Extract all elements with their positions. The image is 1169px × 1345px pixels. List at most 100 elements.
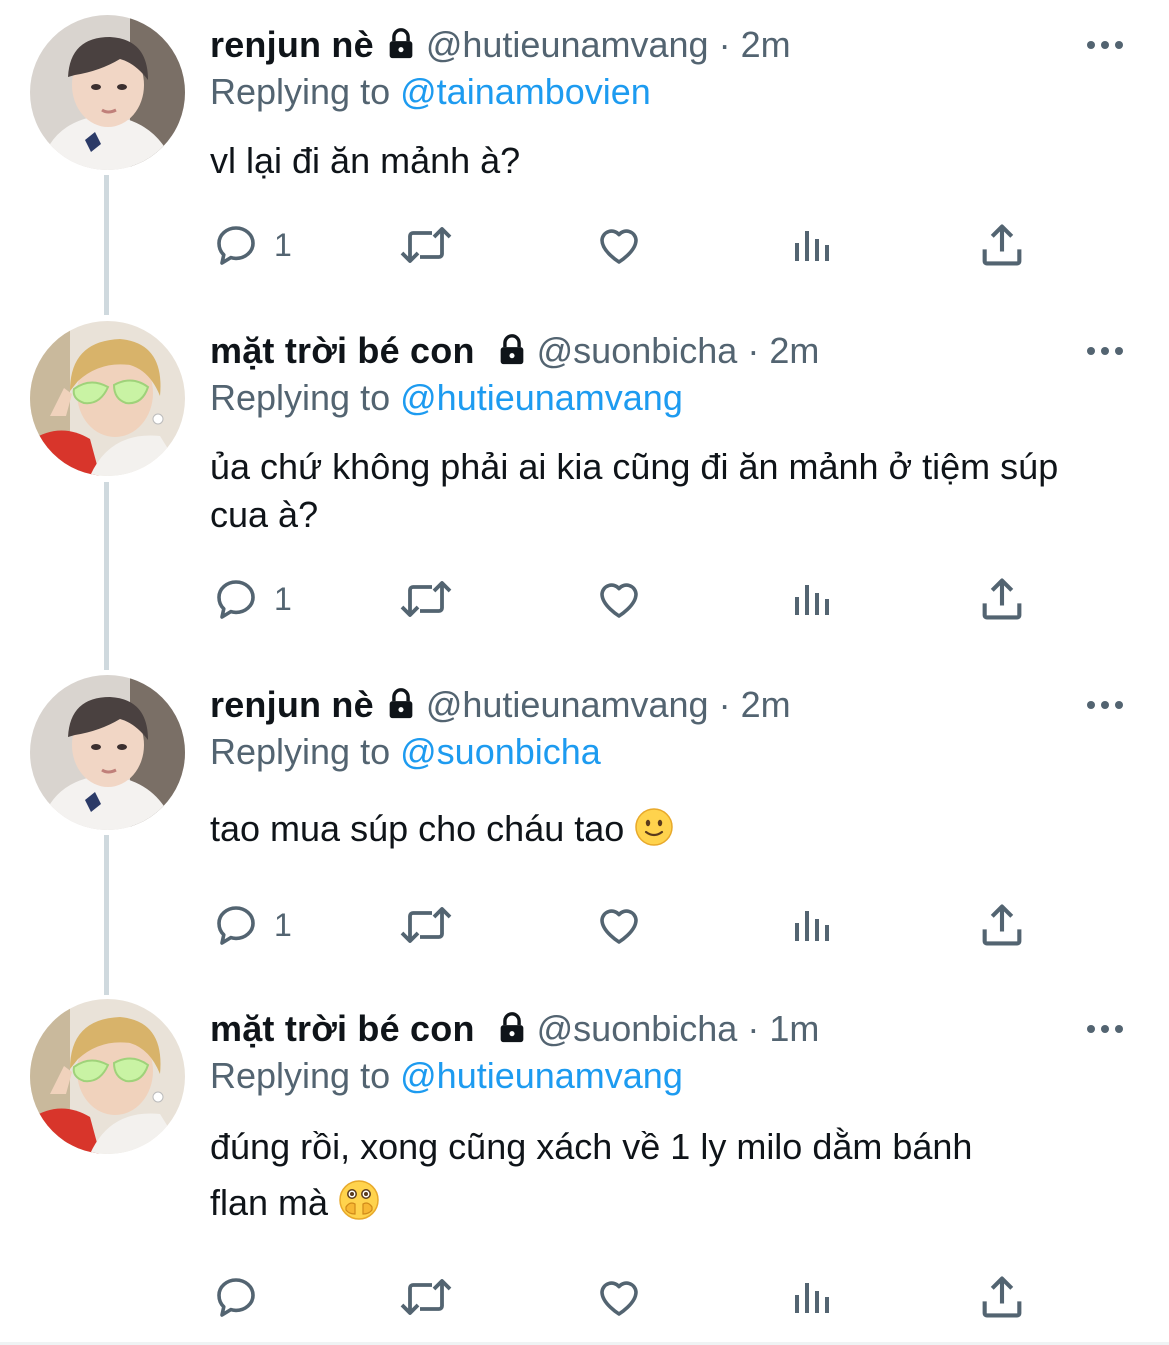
more-icon[interactable]: [1085, 341, 1125, 361]
reply-icon: [217, 580, 255, 619]
tweet-header: renjun nè @hutieunamvang · 2m: [210, 675, 791, 735]
replying-to-handle[interactable]: @tainambovien: [400, 71, 651, 112]
reply-button[interactable]: [212, 1267, 274, 1327]
share-button[interactable]: [976, 1267, 1028, 1327]
tweet-header: renjun nè @hutieunamvang · 2m: [210, 15, 791, 75]
replying-to-label: Replying to: [210, 731, 391, 772]
share-icon: [982, 904, 1022, 946]
reply-count: 1: [274, 226, 292, 263]
display-name[interactable]: mặt trời bé con: [210, 1008, 475, 1049]
tweet-text: vl lại đi ăn mảnh à?: [210, 140, 521, 181]
retweet-button[interactable]: [398, 215, 454, 275]
more-icon[interactable]: [1085, 35, 1125, 55]
retweet-button[interactable]: [398, 569, 454, 629]
like-icon: [600, 229, 638, 264]
replying-to: Replying to @tainambovien: [210, 67, 651, 117]
like-button[interactable]: [594, 1267, 644, 1327]
separator-dot: ·: [747, 1008, 760, 1049]
user-handle[interactable]: @hutieunamvang: [426, 684, 709, 725]
replying-to-handle[interactable]: @hutieunamvang: [400, 1055, 683, 1096]
tweet-text: đúng rồi, xong cũng xách về 1 ly milo dằ…: [210, 1119, 1130, 1237]
views-icon: [795, 1283, 829, 1313]
replying-to-handle[interactable]: @suonbicha: [400, 731, 601, 772]
replying-to-label: Replying to: [210, 1055, 391, 1096]
tweet[interactable]: mặt trời bé con @suonbicha · 2m Replying …: [0, 321, 1169, 641]
retweet-icon: [400, 581, 452, 617]
views-icon: [795, 585, 829, 615]
tweet-text: tao mua súp cho cháu tao: [210, 805, 1130, 859]
sun-avatar-image: [30, 321, 185, 476]
sun-avatar-image: [30, 999, 185, 1154]
tweet-text-content: flan mà: [210, 1182, 329, 1223]
reply-icon: [217, 906, 255, 945]
like-icon: [600, 1281, 638, 1316]
replying-to: Replying to @hutieunamvang: [210, 1051, 683, 1101]
replying-to-label: Replying to: [210, 377, 391, 418]
reply-button[interactable]: 1: [212, 569, 292, 629]
tweet-actions: 1: [0, 569, 1169, 629]
views-button[interactable]: [788, 895, 836, 955]
tweet-text: ủa chứ không phải ai kia cũng đi ăn mảnh…: [210, 446, 1059, 535]
avatar[interactable]: [30, 999, 185, 1154]
reply-count: 1: [274, 906, 292, 943]
replying-to: Replying to @hutieunamvang: [210, 373, 683, 423]
share-icon: [982, 224, 1022, 266]
tweet-text-content: tao mua súp cho cháu tao: [210, 808, 625, 849]
face-with-open-eyes-and-hand-over-mouth-emoji: [338, 1179, 380, 1237]
more-icon[interactable]: [1085, 695, 1125, 715]
tweet-header: mặt trời bé con @suonbicha · 1m: [210, 999, 819, 1059]
renjun-avatar-image: [30, 15, 185, 170]
views-button[interactable]: [788, 569, 836, 629]
like-button[interactable]: [594, 569, 644, 629]
like-button[interactable]: [594, 215, 644, 275]
share-button[interactable]: [976, 569, 1028, 629]
replying-to-label: Replying to: [210, 71, 391, 112]
renjun-avatar-image: [30, 675, 185, 830]
timestamp[interactable]: 1m: [769, 1008, 819, 1049]
tweet-header: mặt trời bé con @suonbicha · 2m: [210, 321, 819, 381]
like-button[interactable]: [594, 895, 644, 955]
tweet-text-line: flan mà: [210, 1175, 1130, 1237]
tweet[interactable]: renjun nè @hutieunamvang · 2m Replying to…: [0, 15, 1169, 300]
user-handle[interactable]: @suonbicha: [537, 1008, 738, 1049]
retweet-button[interactable]: [398, 1267, 454, 1327]
retweet-button[interactable]: [398, 895, 454, 955]
separator-dot: ·: [718, 24, 731, 65]
replying-to: Replying to @suonbicha: [210, 727, 601, 777]
retweet-icon: [400, 907, 452, 943]
timestamp[interactable]: 2m: [741, 24, 791, 65]
user-handle[interactable]: @suonbicha: [537, 330, 738, 371]
tweet-actions: [0, 1267, 1169, 1327]
share-icon: [982, 578, 1022, 620]
views-button[interactable]: [788, 1267, 836, 1327]
replying-to-handle[interactable]: @hutieunamvang: [400, 377, 683, 418]
avatar[interactable]: [30, 321, 185, 476]
reply-count: 1: [274, 580, 292, 617]
reply-icon: [217, 226, 255, 265]
tweet-actions: 1: [0, 215, 1169, 275]
display-name[interactable]: mặt trời bé con: [210, 330, 475, 371]
avatar[interactable]: [30, 675, 185, 830]
separator-dot: ·: [718, 684, 731, 725]
tweet-text-line: đúng rồi, xong cũng xách về 1 ly milo dằ…: [210, 1126, 973, 1167]
views-icon: [795, 231, 829, 261]
share-button[interactable]: [976, 895, 1028, 955]
timestamp[interactable]: 2m: [741, 684, 791, 725]
more-icon[interactable]: [1085, 1019, 1125, 1039]
avatar[interactable]: [30, 15, 185, 170]
display-name[interactable]: renjun nè: [210, 684, 374, 725]
reply-button[interactable]: 1: [212, 215, 292, 275]
views-icon: [795, 911, 829, 941]
separator-dot: ·: [747, 330, 760, 371]
reply-icon: [217, 1278, 255, 1317]
tweet[interactable]: mặt trời bé con @suonbicha · 1m Replying …: [0, 999, 1169, 1329]
display-name[interactable]: renjun nè: [210, 24, 374, 65]
retweet-icon: [400, 227, 452, 263]
slightly-smiling-face-emoji: [634, 807, 674, 859]
share-button[interactable]: [976, 215, 1028, 275]
reply-button[interactable]: 1: [212, 895, 292, 955]
tweet[interactable]: renjun nè @hutieunamvang · 2m Replying to…: [0, 675, 1169, 965]
timestamp[interactable]: 2m: [769, 330, 819, 371]
views-button[interactable]: [788, 215, 836, 275]
user-handle[interactable]: @hutieunamvang: [426, 24, 709, 65]
